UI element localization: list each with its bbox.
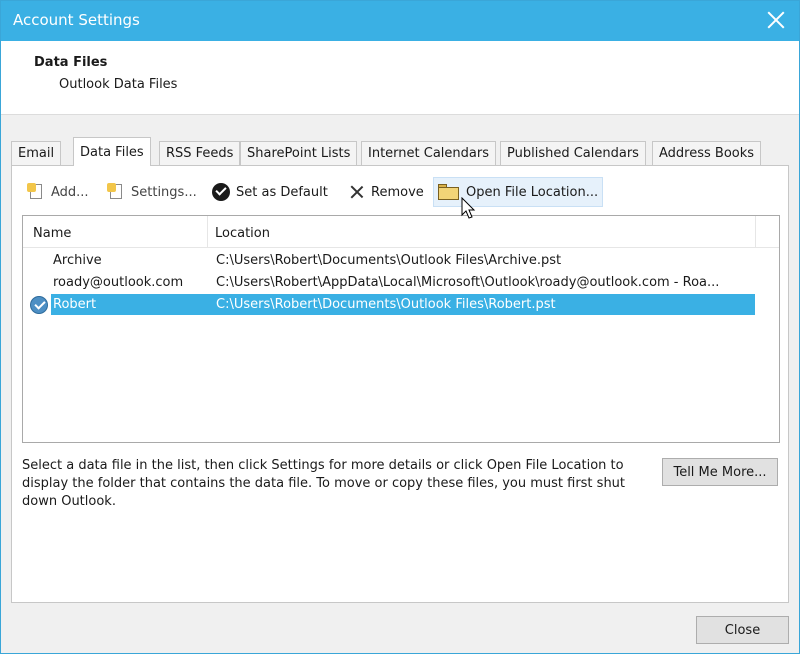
row-name: Robert bbox=[53, 297, 97, 312]
window-title: Account Settings bbox=[13, 11, 140, 29]
add-button-label: Add... bbox=[51, 184, 89, 200]
account-settings-window: Account Settings Data Files Outlook Data… bbox=[0, 0, 800, 654]
list-header: Name Location bbox=[23, 216, 779, 248]
list-row-robert[interactable]: Robert C:\Users\Robert\Documents\Outlook… bbox=[23, 294, 779, 316]
tab-data-files[interactable]: Data Files bbox=[73, 137, 151, 166]
column-header-name[interactable]: Name bbox=[33, 226, 71, 241]
data-files-list[interactable]: Name Location Archive C:\Users\Robert\Do… bbox=[22, 215, 780, 443]
new-file-icon bbox=[27, 183, 45, 201]
title-bar[interactable]: Account Settings bbox=[1, 1, 799, 41]
folder-icon bbox=[438, 184, 460, 200]
tab-sharepoint-lists[interactable]: SharePoint Lists bbox=[240, 141, 358, 165]
remove-button-label: Remove bbox=[371, 184, 424, 200]
checkmark-icon bbox=[212, 183, 230, 201]
set-default-button-label: Set as Default bbox=[236, 184, 328, 200]
settings-button-label: Settings... bbox=[131, 184, 197, 200]
column-divider[interactable] bbox=[207, 216, 208, 248]
set-default-button[interactable]: Set as Default bbox=[208, 177, 332, 207]
header-area: Data Files Outlook Data Files bbox=[1, 41, 799, 115]
help-text: Select a data file in the list, then cli… bbox=[22, 458, 626, 509]
tab-email[interactable]: Email bbox=[11, 141, 62, 165]
close-icon[interactable] bbox=[765, 9, 787, 31]
settings-button[interactable]: Settings... bbox=[103, 177, 201, 207]
row-location: C:\Users\Robert\Documents\Outlook Files\… bbox=[216, 297, 556, 312]
tab-rss-feeds[interactable]: RSS Feeds bbox=[159, 141, 241, 165]
tab-address-books[interactable]: Address Books bbox=[652, 141, 762, 165]
section-subtitle: Outlook Data Files bbox=[59, 77, 178, 92]
list-row-roady[interactable]: roady@outlook.com C:\Users\Robert\AppDat… bbox=[23, 272, 779, 294]
row-location: C:\Users\Robert\AppData\Local\Microsoft\… bbox=[216, 275, 720, 290]
list-row-archive[interactable]: Archive C:\Users\Robert\Documents\Outloo… bbox=[23, 250, 779, 272]
tab-published-calendars[interactable]: Published Calendars bbox=[500, 141, 646, 165]
close-button[interactable]: Close bbox=[696, 616, 789, 644]
default-check-icon bbox=[30, 296, 48, 314]
add-button[interactable]: Add... bbox=[23, 177, 93, 207]
remove-button[interactable]: Remove bbox=[345, 177, 428, 207]
row-name: roady@outlook.com bbox=[53, 275, 184, 290]
tab-internet-calendars[interactable]: Internet Calendars bbox=[361, 141, 496, 165]
section-title: Data Files bbox=[34, 55, 108, 70]
row-name: Archive bbox=[53, 253, 102, 268]
remove-icon bbox=[349, 184, 365, 200]
open-file-location-button[interactable]: Open File Location... bbox=[433, 177, 604, 207]
tell-me-more-button[interactable]: Tell Me More... bbox=[662, 458, 778, 486]
settings-file-icon bbox=[107, 183, 125, 201]
open-file-location-label: Open File Location... bbox=[466, 184, 599, 200]
column-header-location[interactable]: Location bbox=[215, 226, 270, 241]
column-divider[interactable] bbox=[755, 216, 756, 248]
row-location: C:\Users\Robert\Documents\Outlook Files\… bbox=[216, 253, 562, 268]
